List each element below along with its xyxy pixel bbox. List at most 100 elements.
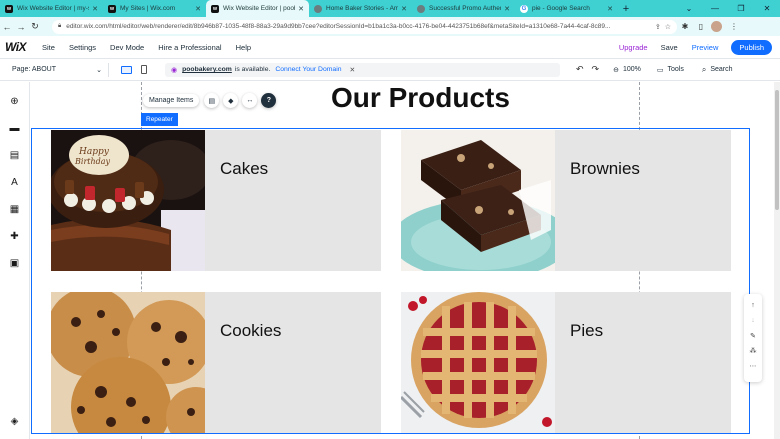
address-bar: ← → ↻ 🔒︎ editor.wix.com/html/editor/web/… (0, 17, 780, 36)
wix-logo[interactable]: WiX (0, 40, 36, 54)
close-icon[interactable]: ✕ (401, 5, 407, 13)
item-label[interactable]: Pies (570, 321, 603, 341)
save-button[interactable]: Save (661, 43, 678, 52)
minimize-icon[interactable]: — (702, 4, 728, 13)
tab-title: Wix Website Editor | my-si... (17, 5, 89, 12)
repeater-item[interactable]: Pies (401, 292, 731, 433)
tab-title: Successful Promo Authenti... (429, 5, 501, 12)
menu-icon[interactable]: ⋮ (726, 22, 742, 31)
scrollbar-thumb[interactable] (775, 90, 779, 210)
browser-tab[interactable]: G pie - Google Search ✕ (515, 0, 618, 17)
upgrade-button[interactable]: Upgrade (619, 43, 648, 52)
chevron-down-icon[interactable]: ⌄ (676, 4, 702, 13)
url-text: editor.wix.com/html/editor/web/renderer/… (66, 23, 611, 30)
item-label[interactable]: Brownies (570, 159, 640, 179)
brush-icon[interactable]: ⁂ (750, 343, 757, 358)
sidebar-icon[interactable]: ▯ (693, 22, 709, 31)
browser-tab-active[interactable]: W Wix Website Editor | poob... ✕ (206, 0, 309, 17)
media-icon[interactable]: ▣ (8, 257, 21, 270)
search-icon: ⌕ (701, 64, 707, 74)
divider (108, 62, 109, 77)
google-icon: G (520, 4, 528, 13)
manage-items-button[interactable]: Manage Items (143, 94, 200, 107)
domain-availability: is available. (234, 66, 271, 73)
zoom-control[interactable]: ⊖ 100% (613, 66, 641, 74)
move-down-icon[interactable]: ↓ (751, 313, 755, 328)
move-up-icon[interactable]: ↑ (751, 298, 755, 313)
design-icon[interactable]: A (8, 176, 21, 189)
maximize-icon[interactable]: ❐ (728, 4, 754, 13)
browser-tab[interactable]: Home Baker Stories - Amaz... ✕ (309, 0, 412, 17)
close-icon[interactable]: ✕ (92, 5, 98, 13)
search-label: Search (710, 66, 733, 73)
animation-icon[interactable]: ◆ (223, 93, 239, 108)
menu-settings[interactable]: Settings (69, 43, 96, 52)
repeater-item[interactable]: Cookies (51, 292, 381, 433)
share-icon[interactable]: ⇪ (655, 23, 661, 31)
floating-toolbar: ↑ ↓ ✎ ⁂ ⋯ (744, 294, 762, 382)
repeater-item[interactable]: Brownies (401, 130, 731, 271)
help-icon[interactable]: ? (261, 93, 277, 108)
star-icon[interactable]: ☆ (665, 23, 671, 31)
close-icon[interactable]: ✕ (195, 5, 201, 13)
undo-icon[interactable]: ↶ (576, 64, 584, 75)
left-tool-rail: ⊕ ▬ ▤ A ▦ ✚ ▣ ◈ (0, 82, 30, 439)
forward-icon[interactable]: → (14, 22, 28, 32)
add-elements-icon[interactable]: ⊕ (8, 95, 21, 108)
close-icon[interactable]: ✕ (504, 5, 510, 13)
menu-dev-mode[interactable]: Dev Mode (110, 43, 144, 52)
wix-actions: Upgrade Save Preview Publish (619, 39, 780, 55)
close-icon[interactable]: ✕ (349, 66, 355, 74)
connect-domain-link[interactable]: Connect Your Domain (275, 66, 341, 73)
tab-title: My Sites | Wix.com (120, 5, 176, 12)
publish-button[interactable]: Publish (731, 39, 772, 55)
item-label[interactable]: Cookies (220, 321, 281, 341)
domain-name[interactable]: poobakery.com (182, 66, 232, 73)
browser-tab-strip: W Wix Website Editor | my-si... ✕ W My S… (0, 0, 780, 17)
close-icon[interactable]: ✕ (298, 5, 304, 13)
tools-icon: ▭ (656, 66, 664, 74)
wix-secondary-bar: Page: ABOUT ⌄ ◉ poobakery.com is availab… (0, 59, 780, 81)
brownies-image (401, 130, 555, 271)
wix-top-bar: WiX Site Settings Dev Mode Hire a Profes… (0, 36, 780, 59)
page-selector[interactable]: Page: ABOUT ⌄ (0, 66, 108, 74)
repeater-item[interactable]: Happy Birthday Cakes (51, 130, 381, 271)
apps-icon[interactable]: ▦ (8, 203, 21, 216)
back-icon[interactable]: ← (0, 22, 14, 32)
search-button[interactable]: ⌕ Search (702, 65, 733, 75)
mobile-view-icon[interactable] (141, 65, 147, 74)
preview-button[interactable]: Preview (692, 43, 719, 52)
repeater[interactable]: Happy Birthday Cakes Brownies Cookies Pi… (31, 128, 750, 434)
browser-tab[interactable]: W My Sites | Wix.com ✕ (103, 0, 206, 17)
close-icon[interactable]: ✕ (607, 5, 613, 13)
menu-hire-professional[interactable]: Hire a Professional (158, 43, 221, 52)
url-input[interactable]: 🔒︎ editor.wix.com/html/editor/web/render… (52, 19, 677, 34)
menu-help[interactable]: Help (236, 43, 251, 52)
tools-button[interactable]: ▭ Tools (657, 66, 684, 74)
stretch-icon[interactable]: ↔ (242, 93, 258, 108)
menu-site[interactable]: Site (42, 43, 55, 52)
business-apps-icon[interactable]: ✚ (8, 230, 21, 243)
pages-icon[interactable]: ▤ (8, 149, 21, 162)
pencil-icon[interactable]: ✎ (750, 328, 756, 343)
zoom-value: 100% (622, 66, 641, 73)
layers-icon[interactable]: ◈ (8, 415, 21, 428)
item-label[interactable]: Cakes (220, 159, 268, 179)
browser-tab[interactable]: Successful Promo Authenti... ✕ (412, 0, 515, 17)
browser-tab[interactable]: W Wix Website Editor | my-si... ✕ (0, 0, 103, 17)
desktop-view-icon[interactable] (121, 65, 132, 74)
redo-icon[interactable]: ↷ (592, 64, 600, 75)
extensions-icon[interactable]: ✱ (677, 22, 693, 31)
sections-icon[interactable]: ▬ (8, 122, 21, 135)
reload-icon[interactable]: ↻ (28, 21, 42, 32)
more-icon[interactable]: ⋯ (750, 358, 757, 373)
layout-icon[interactable]: ▤ (204, 93, 220, 108)
profile-avatar[interactable] (711, 21, 722, 32)
editor-canvas[interactable]: Our Products Manage Items ▤ ◆ ↔ ? Repeat… (31, 82, 780, 439)
svg-text:Birthday: Birthday (74, 157, 111, 166)
wix-icon: W (108, 4, 116, 13)
wix-menu: Site Settings Dev Mode Hire a Profession… (42, 43, 265, 52)
lock-icon[interactable]: 🔒︎ (58, 23, 61, 30)
new-tab-button[interactable]: + (618, 0, 634, 17)
close-window-icon[interactable]: ✕ (754, 4, 780, 13)
